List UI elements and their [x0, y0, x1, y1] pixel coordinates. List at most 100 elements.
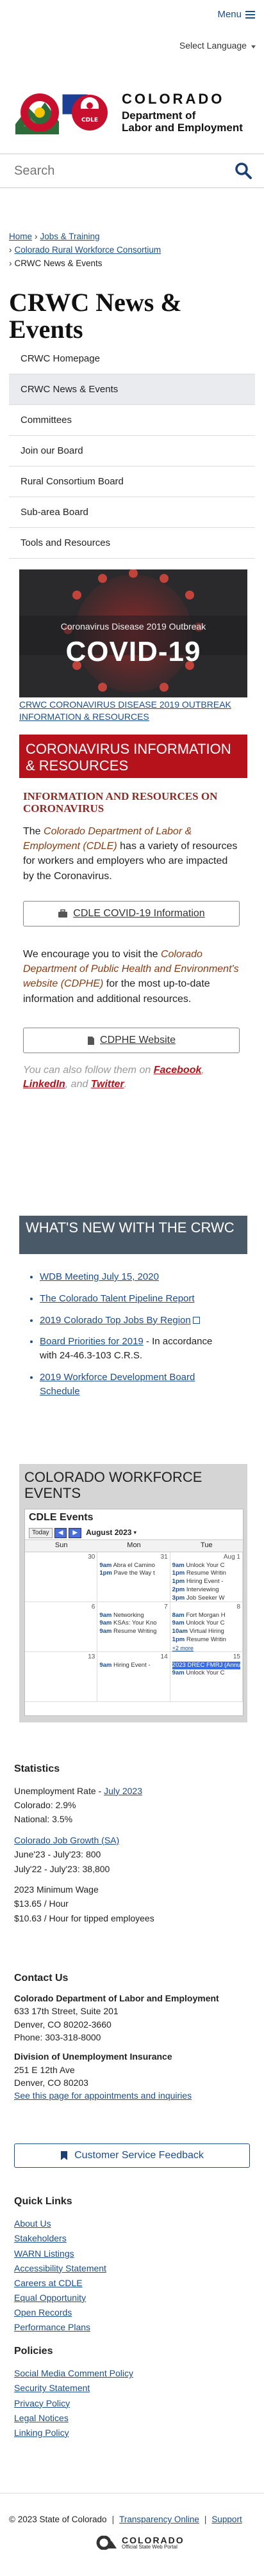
calendar-event[interactable]: 2023 DREC FMRJ (Annual Conferen — [172, 1661, 240, 1670]
copyright: © 2023 State of Colorado — [9, 2515, 107, 2524]
top-jobs-link[interactable]: 2019 Colorado Top Jobs By Region — [40, 1315, 191, 1326]
calendar-event[interactable]: 1pm Resume Writin — [172, 1570, 240, 1578]
nav-item-rural-board[interactable]: Rural Consortium Board — [9, 466, 255, 497]
covid-banner-image[interactable]: Coronavirus Disease 2019 Outbreak COVID-… — [19, 569, 247, 697]
linkedin-link[interactable]: LinkedIn — [23, 1079, 65, 1090]
privacy-policy-link[interactable]: Privacy Policy — [14, 2398, 70, 2408]
calendar-event[interactable]: 8am Fort Morgan H — [172, 1612, 240, 1620]
calendar-event[interactable]: 2pm Interviewing — [172, 1586, 240, 1594]
calendar-day-cell[interactable]: 31 9am Abra el Camino 1pm Pave the Way t — [97, 1552, 170, 1602]
external-link-icon — [192, 1316, 200, 1324]
social-media-policy-link[interactable]: Social Media Comment Policy — [14, 2368, 133, 2378]
calendar-event[interactable]: 1pm Resume Writin — [172, 1636, 240, 1644]
customer-feedback-button[interactable]: Customer Service Feedback — [14, 2143, 250, 2168]
equal-opportunity-link[interactable]: Equal Opportunity — [14, 2293, 86, 2303]
board-priorities-link[interactable]: Board Priorities for 2019 — [40, 1336, 144, 1347]
legal-notices-link[interactable]: Legal Notices — [14, 2413, 69, 2423]
about-us-link[interactable]: About Us — [14, 2218, 51, 2229]
calendar-dow: Sun — [25, 1540, 98, 1552]
nav-item-join-board[interactable]: Join our Board — [9, 436, 255, 466]
linking-policy-link[interactable]: Linking Policy — [14, 2428, 69, 2438]
calendar-event[interactable]: 9am Abra el Camino — [99, 1562, 167, 1570]
nav-item-crwc-homepage[interactable]: CRWC Homepage — [9, 344, 255, 374]
cdphe-website-button[interactable]: CDPHE Website — [23, 1028, 240, 1053]
open-records-link[interactable]: Open Records — [14, 2307, 72, 2318]
chevron-down-icon: ▾ — [133, 1529, 136, 1536]
careers-link[interactable]: Careers at CDLE — [14, 2278, 83, 2288]
talent-pipeline-link[interactable]: The Colorado Talent Pipeline Report — [40, 1293, 195, 1304]
ui-street: 251 E 12th Ave — [14, 2064, 75, 2075]
unemployment-month-link[interactable]: July 2023 — [104, 1786, 142, 1796]
site-logo[interactable]: CDLE COLORADO Department of Labor and Em… — [14, 88, 243, 136]
menu-button[interactable]: Menu — [217, 8, 255, 21]
calendar-day-cell[interactable]: 13 — [25, 1651, 98, 1702]
calendar-event[interactable]: 9am Hiring Event - — [99, 1662, 167, 1670]
support-link[interactable]: Support — [211, 2515, 242, 2524]
calendar-more-link[interactable]: +2 more — [172, 1644, 240, 1651]
contact-heading: Contact Us — [14, 1973, 69, 1984]
breadcrumb-consortium[interactable]: Colorado Rural Workforce Consortium — [15, 245, 161, 255]
language-select[interactable]: Select Language ▾ — [179, 40, 256, 52]
calendar-day-cell[interactable]: Aug 1 9am Unlock Your C 1pm Resume Writin 1… — [170, 1552, 243, 1602]
calendar-day-number: 7 — [164, 1603, 168, 1610]
prev-month-button[interactable]: ◀ — [54, 1527, 67, 1538]
search-icon[interactable] — [235, 162, 252, 180]
events-calendar: CDLE Events Today ◀ ▶ August 2023 ▾ Sun M… — [24, 1509, 243, 1716]
accessibility-link[interactable]: Accessibility Statement — [14, 2263, 106, 2273]
calendar-event[interactable]: 9am Unlock Your C — [172, 1619, 240, 1628]
nav-item-committees[interactable]: Committees — [9, 405, 255, 436]
calendar-day-number: Aug 1 — [223, 1553, 240, 1561]
calendar-event[interactable]: 9am Unlock Your C — [172, 1669, 240, 1678]
calendar-event[interactable]: 9am KSAs: Your Kno — [99, 1619, 167, 1628]
calendar-event[interactable]: 1pm Hiring Event - — [172, 1578, 240, 1586]
calendar-event[interactable]: 9am Resume Writing — [99, 1628, 167, 1636]
calendar-day-cell[interactable]: 14 9am Hiring Event - — [97, 1651, 170, 1702]
facebook-link[interactable]: Facebook — [154, 1065, 202, 1076]
calendar-day-cell[interactable]: 7 9am Networking 9am KSAs: Your Kno 9am Res… — [97, 1602, 170, 1652]
board-schedule-link[interactable]: 2019 Workforce Development Board Schedul… — [40, 1372, 195, 1397]
cdle-covid-button[interactable]: CDLE COVID-19 Information — [23, 901, 240, 926]
performance-plans-link[interactable]: Performance Plans — [14, 2322, 90, 2332]
cdle-logo-icon: CDLE — [14, 88, 115, 136]
security-statement-link[interactable]: Security Statement — [14, 2383, 90, 2393]
whats-new-list: WDB Meeting July 15, 2020 The Colorado T… — [40, 1270, 232, 1406]
nav-item-tools[interactable]: Tools and Resources — [9, 528, 255, 559]
colorado-portal-logo[interactable]: COLORADO Official State Web Portal — [96, 2536, 185, 2550]
calendar-day-number: 14 — [160, 1653, 168, 1660]
covid-outbreak-link[interactable]: CRWC CORONAVIRUS DISEASE 2019 OUTBREAK I… — [19, 699, 247, 723]
calendar-event[interactable]: 9am Unlock Your C — [172, 1562, 240, 1570]
job-growth-link[interactable]: Colorado Job Growth (SA) — [14, 1835, 119, 1845]
calendar-event[interactable]: 10am Virtual Hiring — [172, 1628, 240, 1636]
nav-item-subarea-board[interactable]: Sub-area Board — [9, 497, 255, 528]
calendar-month[interactable]: August 2023 — [86, 1527, 131, 1538]
calendar-event[interactable]: 1pm Pave the Way t — [99, 1570, 167, 1578]
search-input[interactable] — [0, 154, 211, 187]
calendar-day-cell[interactable]: 30 — [25, 1552, 98, 1602]
today-button[interactable]: Today — [29, 1527, 53, 1538]
stakeholders-link[interactable]: Stakeholders — [14, 2233, 67, 2243]
transparency-link[interactable]: Transparency Online — [119, 2515, 199, 2524]
calendar-day-cell[interactable]: 8 8am Fort Morgan H 9am Unlock Your C 10am … — [170, 1602, 243, 1652]
twitter-link[interactable]: Twitter — [91, 1079, 124, 1090]
breadcrumb-separator: › — [9, 244, 12, 255]
calendar-day-cell[interactable]: 15 2023 DREC FMRJ (Annual Conferen9am Un… — [170, 1651, 243, 1702]
next-month-button[interactable]: ▶ — [69, 1527, 82, 1538]
wdb-meeting-link[interactable]: WDB Meeting July 15, 2020 — [40, 1271, 159, 1282]
calendar-event[interactable]: 9am Networking — [99, 1612, 167, 1620]
unemployment-rate: Unemployment Rate - July 2023 — [14, 1785, 142, 1796]
appointments-link[interactable]: See this page for appointments and inqui… — [14, 2090, 192, 2101]
breadcrumb-home[interactable]: Home — [9, 232, 32, 241]
breadcrumb-jobs[interactable]: Jobs & Training — [40, 232, 100, 241]
logo-dept-line2: Labor and Employment — [122, 122, 243, 134]
calendar-event-time: 1pm — [172, 1570, 185, 1577]
breadcrumb-separator: › — [9, 258, 12, 268]
calendar-day-cell[interactable]: 6 — [25, 1602, 98, 1652]
calendar-event-title: Pave the Way t — [113, 1570, 155, 1577]
calendar-event-title: Abra el Camino — [113, 1561, 155, 1569]
nav-item-news-events[interactable]: CRWC News & Events — [9, 374, 255, 405]
footer-links: © 2023 State of Colorado | Transparency On… — [9, 2515, 242, 2524]
calendar-event-title: 2023 DREC FMRJ (Annual Conferen — [172, 1661, 240, 1669]
calendar-event-time: 9am — [99, 1661, 112, 1669]
warn-listings-link[interactable]: WARN Listings — [14, 2248, 74, 2259]
calendar-event[interactable]: 3pm Job Seeker W — [172, 1594, 240, 1602]
